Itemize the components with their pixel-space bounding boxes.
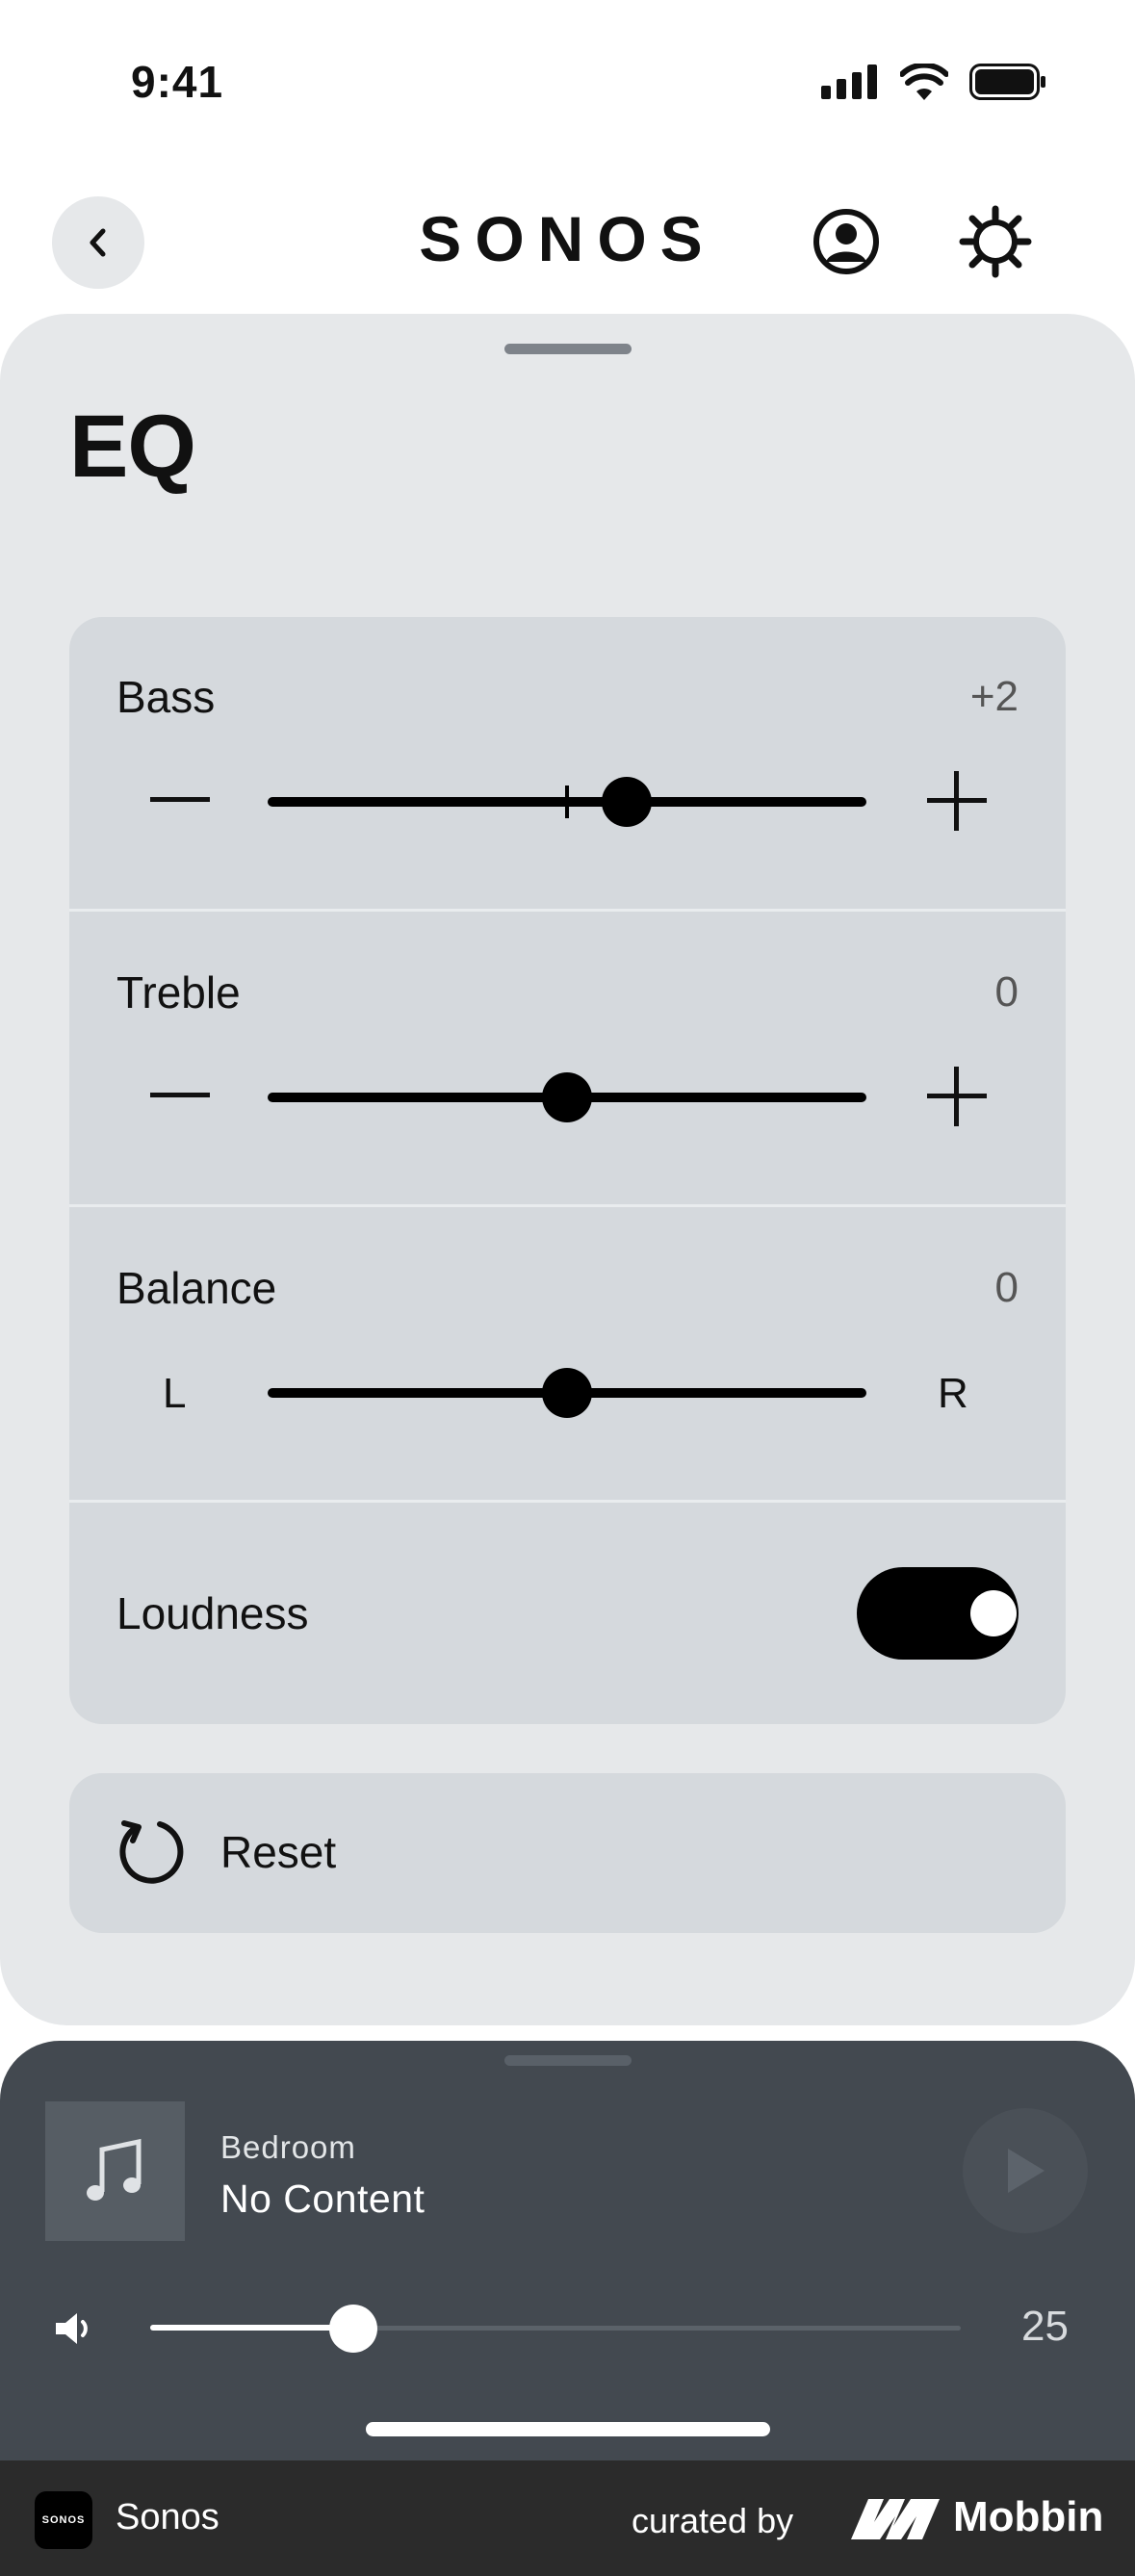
balance-left-button[interactable]: L [163, 1370, 186, 1418]
wifi-icon [900, 64, 948, 100]
bass-label: Bass [116, 672, 216, 722]
loudness-toggle[interactable] [857, 1567, 1019, 1660]
player-grabber[interactable] [504, 2055, 632, 2066]
curated-by-label: curated by [632, 2501, 794, 2540]
balance-slider[interactable] [268, 1366, 866, 1420]
track-title: No Content [220, 2177, 426, 2221]
volume-slider-knob[interactable] [328, 2305, 377, 2353]
treble-value: 0 [994, 968, 1019, 1016]
cellular-signal-icon [821, 64, 877, 99]
page-title: EQ [69, 398, 196, 496]
app-logo: SONOS [35, 2491, 92, 2549]
account-icon[interactable] [812, 207, 881, 276]
bass-decrease-button[interactable] [150, 797, 210, 802]
reset-icon [119, 1820, 184, 1884]
gear-icon[interactable] [959, 205, 1032, 278]
reset-label: Reset [220, 1827, 337, 1877]
balance-value: 0 [994, 1264, 1019, 1311]
loudness-label: Loudness [116, 1588, 309, 1638]
balance-right-button[interactable]: R [938, 1370, 968, 1418]
balance-label: Balance [116, 1263, 277, 1313]
treble-increase-button[interactable] [927, 1067, 987, 1126]
album-art [45, 2101, 185, 2241]
speaker-icon[interactable] [54, 2310, 98, 2347]
music-note-icon [86, 2138, 141, 2201]
play-icon [1008, 2149, 1045, 2193]
bass-slider[interactable] [268, 775, 866, 829]
room-name: Bedroom [220, 2129, 356, 2165]
app-name: Sonos [116, 2497, 219, 2537]
treble-slider[interactable] [268, 1070, 866, 1124]
divider [69, 909, 1066, 912]
sheet-grabber[interactable] [504, 344, 632, 354]
bass-value: +2 [969, 673, 1019, 720]
mobbin-logo-icon [851, 2499, 940, 2539]
mobbin-brand: Mobbin [953, 2493, 1104, 2540]
treble-label: Treble [116, 967, 241, 1018]
volume-value: 25 [1021, 2303, 1069, 2350]
eq-settings-card: Bass +2 Treble 0 Balance 0 L R Loudness [69, 617, 1066, 1724]
volume-slider-fill [150, 2325, 353, 2331]
bass-center-tick [565, 786, 569, 818]
treble-slider-knob[interactable] [542, 1072, 592, 1122]
balance-slider-knob[interactable] [542, 1368, 592, 1418]
treble-decrease-button[interactable] [150, 1093, 210, 1097]
status-icons [821, 64, 1046, 100]
reset-button[interactable]: Reset [69, 1773, 1066, 1933]
toggle-knob [970, 1590, 1017, 1636]
divider [69, 1204, 1066, 1207]
battery-icon [969, 64, 1045, 100]
play-button[interactable] [963, 2108, 1088, 2233]
bass-slider-knob[interactable] [602, 777, 653, 827]
divider [69, 1500, 1066, 1503]
status-time: 9:41 [131, 57, 224, 107]
home-indicator [366, 2422, 770, 2436]
bass-increase-button[interactable] [927, 771, 987, 831]
